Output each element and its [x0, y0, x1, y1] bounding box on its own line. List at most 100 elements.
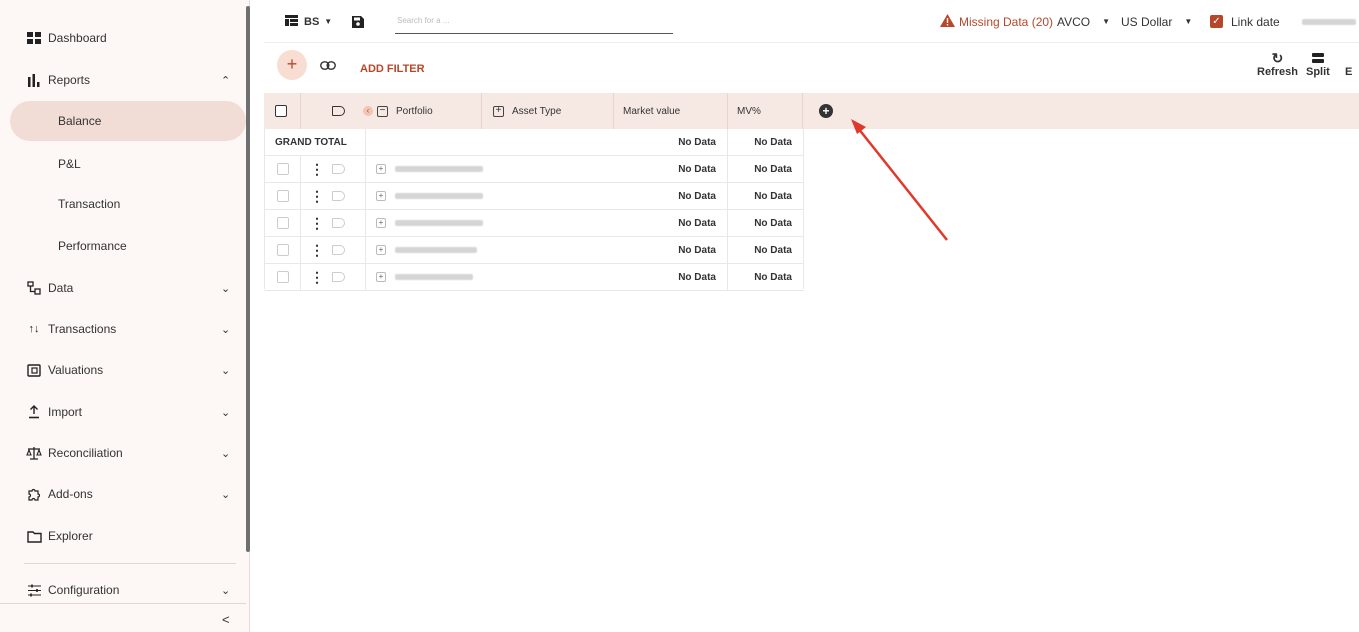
caret-down-icon: ▼	[324, 17, 333, 26]
expand-row-button[interactable]: +	[376, 183, 386, 209]
grand-total-market-value: No Data	[678, 136, 716, 148]
expand-row-button[interactable]: +	[376, 156, 386, 182]
more-icon[interactable]: ⋮	[310, 237, 324, 263]
sidebar-subitem-transaction[interactable]: Transaction	[10, 184, 246, 224]
refresh-label: Refresh	[1257, 66, 1298, 78]
more-icon[interactable]: ⋮	[310, 156, 324, 182]
sidebar-item-import[interactable]: Import ⌄	[0, 392, 246, 432]
sidebar-item-dashboard[interactable]: Dashboard	[0, 18, 246, 58]
export-button[interactable]: E	[1345, 51, 1352, 78]
arrows-updown-icon: ↑↓	[28, 323, 40, 335]
row-checkbox[interactable]	[277, 156, 289, 182]
grid-header: ‹ − Portfolio + Asset Type Market value …	[264, 93, 1359, 129]
sidebar-subitem-balance[interactable]: Balance	[10, 101, 246, 141]
hierarchy-icon	[26, 280, 42, 296]
expand-row-button[interactable]: +	[376, 210, 386, 236]
puzzle-icon	[26, 486, 42, 502]
currency-select[interactable]: US Dollar ▼	[1121, 0, 1192, 43]
caret-down-icon: ▼	[1184, 17, 1193, 26]
refresh-button[interactable]: ↻ Refresh	[1257, 51, 1298, 79]
row-checkbox[interactable]	[277, 264, 289, 290]
expand-row-button[interactable]: +	[376, 264, 386, 290]
link-date-toggle[interactable]: ✓ Link date	[1210, 0, 1280, 43]
table-row[interactable]: ⋮ + No Data No Data	[264, 237, 804, 264]
more-icon[interactable]: ⋮	[310, 264, 324, 290]
grand-total-mv-pct: No Data	[754, 136, 792, 148]
collapse-sidebar-button[interactable]: <	[222, 612, 230, 627]
sidebar-item-label: Add-ons	[48, 487, 93, 501]
expand-row-button[interactable]: +	[376, 237, 386, 263]
method-value: AVCO	[1057, 14, 1091, 29]
sidebar-item-valuations[interactable]: Valuations ⌄	[0, 350, 246, 390]
link-icon[interactable]	[320, 57, 336, 73]
table-row[interactable]: ⋮ + No Data No Data	[264, 264, 804, 291]
row-checkbox[interactable]	[277, 210, 289, 236]
sidebar-item-label: Reconciliation	[48, 446, 123, 460]
more-icon[interactable]: ⋮	[310, 183, 324, 209]
sidebar-subitem-pnl[interactable]: P&L	[10, 144, 246, 184]
tag-icon[interactable]	[332, 237, 345, 263]
missing-data-button[interactable]: Missing Data (20)	[940, 0, 1053, 43]
sidebar-item-reports[interactable]: Reports ⌃	[0, 60, 246, 100]
column-header-market-value[interactable]: Market value	[623, 93, 680, 129]
sidebar-item-configuration[interactable]: Configuration ⌄	[0, 570, 246, 610]
add-column-button[interactable]: +	[819, 104, 833, 118]
sidebar-subitem-label: Transaction	[58, 197, 121, 211]
sidebar-item-transactions[interactable]: ↑↓ Transactions ⌄	[0, 309, 246, 349]
row-checkbox[interactable]	[277, 183, 289, 209]
portfolio-name-blurred	[395, 237, 477, 263]
grand-total-row: GRAND TOTAL No Data No Data	[264, 129, 804, 156]
tag-icon[interactable]	[332, 156, 345, 182]
search-input[interactable]: Search for a ...	[395, 10, 673, 34]
column-header-portfolio[interactable]: − Portfolio	[377, 93, 433, 129]
date-value-blurred[interactable]	[1302, 0, 1356, 43]
collapse-column-button[interactable]: ‹	[363, 93, 377, 129]
sidebar-item-label: Dashboard	[48, 31, 107, 45]
sidebar-item-label: Valuations	[48, 363, 104, 377]
tag-header-icon[interactable]	[332, 93, 345, 129]
table-layout-icon	[285, 14, 298, 29]
select-all-checkbox[interactable]	[275, 93, 287, 129]
chevron-down-icon: ⌄	[221, 584, 231, 597]
column-header-asset-type[interactable]: + Asset Type	[493, 93, 561, 129]
table-row[interactable]: ⋮ + No Data No Data	[264, 183, 804, 210]
add-filter-button[interactable]: ADD FILTER	[360, 63, 425, 75]
market-value-cell: No Data	[678, 244, 716, 256]
sidebar-scrollbar[interactable]	[246, 6, 250, 552]
tag-icon[interactable]	[332, 210, 345, 236]
chevron-down-icon: ⌄	[221, 282, 231, 295]
export-icon	[1345, 51, 1352, 66]
scales-icon	[26, 445, 42, 461]
table-row[interactable]: ⋮ + No Data No Data	[264, 156, 804, 183]
filter-bar: + ADD FILTER ↻ Refresh Split E	[264, 43, 1359, 93]
add-button[interactable]: +	[277, 50, 307, 80]
sidebar-item-addons[interactable]: Add-ons ⌄	[0, 474, 246, 514]
column-header-mv-pct[interactable]: MV%	[737, 93, 761, 129]
sidebar-item-label: Configuration	[48, 583, 120, 597]
checkbox-checked-icon: ✓	[1210, 15, 1223, 28]
table-row[interactable]: ⋮ + No Data No Data	[264, 210, 804, 237]
link-date-label: Link date	[1231, 14, 1280, 29]
mv-pct-cell: No Data	[754, 217, 792, 229]
method-select[interactable]: AVCO ▼	[1057, 0, 1110, 43]
sliders-icon	[26, 582, 42, 598]
grand-total-label: GRAND TOTAL	[275, 136, 347, 148]
tag-icon[interactable]	[332, 183, 345, 209]
sidebar-item-explorer[interactable]: Explorer	[0, 516, 246, 556]
chevron-down-icon: ⌄	[221, 447, 231, 460]
save-button[interactable]	[352, 0, 364, 43]
column-label: MV%	[737, 105, 761, 117]
caret-down-icon: ▼	[1102, 17, 1111, 26]
more-icon[interactable]: ⋮	[310, 210, 324, 236]
sidebar-item-reconciliation[interactable]: Reconciliation ⌄	[0, 433, 246, 473]
view-selector[interactable]: BS ▼	[285, 0, 332, 43]
tag-icon[interactable]	[332, 264, 345, 290]
split-button[interactable]: Split	[1306, 51, 1330, 78]
row-checkbox[interactable]	[277, 237, 289, 263]
split-icon	[1306, 51, 1330, 66]
dashboard-icon	[26, 30, 42, 46]
sidebar-subitem-performance[interactable]: Performance	[10, 226, 246, 266]
sidebar-item-data[interactable]: Data ⌄	[0, 268, 246, 308]
sidebar-item-label: Transactions	[48, 322, 117, 336]
wallet-icon	[26, 362, 42, 378]
